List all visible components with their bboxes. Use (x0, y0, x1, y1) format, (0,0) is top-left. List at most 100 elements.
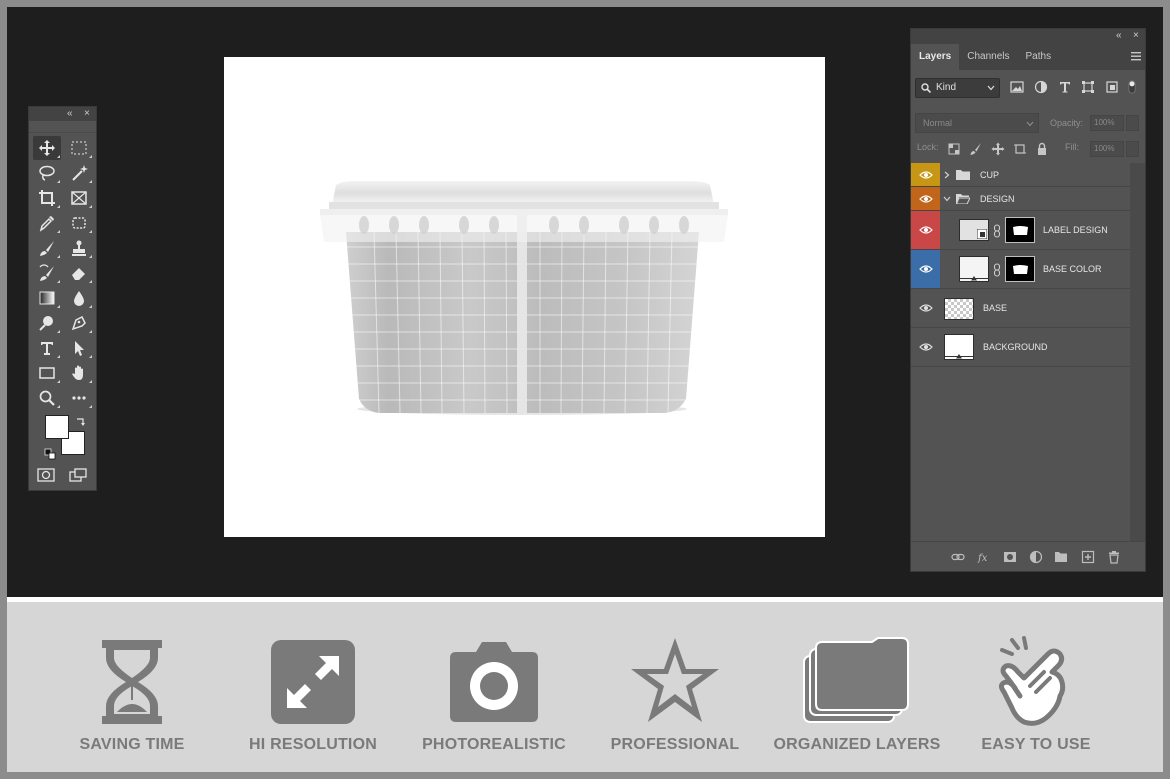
quick-mask-icon[interactable] (37, 467, 55, 483)
layer-thumbnail (944, 334, 974, 360)
new-layer-icon[interactable] (1081, 550, 1095, 564)
lock-artboard-icon[interactable] (1013, 142, 1027, 156)
chevron-down-icon[interactable] (943, 196, 951, 202)
link-icon[interactable] (993, 224, 1001, 238)
layer-row-base-color[interactable]: BASE COLOR (911, 250, 1131, 289)
smart-object-icon (977, 229, 987, 239)
link-icon[interactable] (993, 263, 1001, 277)
eraser-tool-icon[interactable] (65, 261, 93, 285)
visibility-eye-icon[interactable] (911, 163, 940, 186)
lock-pixels-icon[interactable] (969, 142, 983, 156)
search-icon (921, 83, 931, 93)
visibility-eye-icon[interactable] (911, 211, 940, 249)
feature-label: EASY TO USE (981, 736, 1091, 753)
frame-tool-icon[interactable] (65, 186, 93, 210)
layer-row-background[interactable]: BACKGROUND (911, 328, 1131, 367)
blur-tool-icon[interactable] (65, 286, 93, 310)
pixel-filter-icon[interactable] (1010, 80, 1024, 94)
chevron-down-icon (1026, 121, 1034, 127)
swap-colors-icon[interactable] (75, 415, 87, 427)
tab-paths[interactable]: Paths (1018, 44, 1060, 70)
panel-grip[interactable] (29, 121, 96, 133)
add-mask-icon[interactable] (1003, 550, 1017, 564)
delete-layer-icon[interactable] (1107, 550, 1121, 564)
gradient-tool-icon[interactable] (33, 286, 61, 310)
blend-mode-select[interactable]: Normal (915, 113, 1039, 133)
visibility-eye-icon[interactable] (911, 328, 940, 366)
layer-row-design[interactable]: DESIGN (911, 187, 1131, 211)
brush-tool-icon[interactable] (33, 236, 61, 260)
layers-panel-titlebar[interactable]: « × (911, 29, 1145, 44)
filter-toggle-icon[interactable] (1127, 80, 1137, 94)
move-tool-icon[interactable] (33, 136, 61, 160)
panel-menu-icon[interactable] (1131, 50, 1141, 62)
visibility-eye-icon[interactable] (911, 250, 940, 288)
tab-layers[interactable]: Layers (911, 44, 960, 70)
layer-mask-thumbnail[interactable] (1005, 256, 1035, 282)
layer-thumbnail (944, 298, 974, 320)
close-icon[interactable]: × (84, 108, 90, 120)
foreground-color-swatch[interactable] (45, 415, 69, 439)
layer-row-label-design[interactable]: LABEL DESIGN (911, 211, 1131, 250)
link-layers-icon[interactable] (951, 550, 965, 564)
marquee-tool-icon[interactable] (65, 136, 93, 160)
default-colors-icon[interactable] (44, 447, 56, 460)
fill-input[interactable]: 100% (1090, 141, 1124, 157)
stamp-tool-icon[interactable] (65, 236, 93, 260)
fill-indicator-icon (960, 276, 988, 281)
crop-tool-icon[interactable] (33, 186, 61, 210)
tab-channels[interactable]: Channels (959, 44, 1017, 70)
shape-filter-icon[interactable] (1081, 80, 1095, 94)
pen-tool-icon[interactable] (65, 311, 93, 335)
type-filter-icon[interactable] (1058, 80, 1072, 94)
type-tool-icon[interactable] (33, 336, 61, 360)
lock-position-icon[interactable] (991, 142, 1005, 156)
new-group-icon[interactable] (1054, 550, 1068, 564)
features-strip: SAVING TIME HI RESOLUTION PHOTOREALISTIC… (7, 602, 1163, 772)
opacity-input[interactable]: 100% (1090, 115, 1124, 131)
adjustment-filter-icon[interactable] (1034, 80, 1048, 94)
fill-dropdown[interactable] (1126, 141, 1139, 157)
tools-panel-titlebar[interactable]: « × (29, 107, 96, 121)
screen-mode-icon[interactable] (69, 467, 87, 483)
folder-open-icon (956, 194, 970, 204)
filter-kind-value: Kind (936, 82, 957, 93)
history-brush-tool-icon[interactable] (33, 261, 61, 285)
layers-scrollbar[interactable] (1130, 163, 1145, 542)
feature-label: SAVING TIME (79, 736, 185, 753)
hourglass-icon (102, 640, 162, 724)
collapse-icon[interactable]: « (67, 108, 73, 120)
opacity-dropdown[interactable] (1126, 115, 1139, 131)
more-tools-icon[interactable] (65, 386, 93, 410)
lock-all-icon[interactable] (1035, 142, 1049, 156)
filter-kind-select[interactable]: Kind (915, 78, 1000, 98)
layers-panel: « × Layers Channels Paths Kind Normal Op… (910, 28, 1146, 572)
layer-name: DESIGN (980, 194, 1015, 204)
zoom-tool-icon[interactable] (33, 386, 61, 410)
document-canvas[interactable] (224, 57, 825, 537)
hand-tool-icon[interactable] (65, 361, 93, 385)
layer-row-cup[interactable]: CUP (911, 163, 1131, 187)
layer-row-base[interactable]: BASE (911, 289, 1131, 328)
chevron-right-icon[interactable] (944, 171, 950, 179)
dodge-tool-icon[interactable] (33, 311, 61, 335)
close-icon[interactable]: × (1133, 30, 1139, 42)
folders-icon (803, 637, 909, 723)
new-adjustment-icon[interactable] (1029, 550, 1043, 564)
visibility-eye-icon[interactable] (911, 289, 940, 327)
layer-mask-thumbnail[interactable] (1005, 217, 1035, 243)
lasso-tool-icon[interactable] (33, 161, 61, 185)
path-selection-tool-icon[interactable] (65, 336, 93, 360)
layer-name: LABEL DESIGN (1043, 225, 1108, 235)
layers-footer: fx (911, 541, 1145, 571)
magic-wand-tool-icon[interactable] (65, 161, 93, 185)
eyedropper-tool-icon[interactable] (33, 211, 61, 235)
layer-thumbnail (959, 219, 989, 241)
lock-transparent-icon[interactable] (947, 142, 961, 156)
visibility-eye-icon[interactable] (911, 187, 940, 210)
patch-tool-icon[interactable] (65, 211, 93, 235)
smart-object-filter-icon[interactable] (1105, 80, 1119, 94)
fx-icon[interactable]: fx (977, 550, 991, 564)
rectangle-tool-icon[interactable] (33, 361, 61, 385)
collapse-icon[interactable]: « (1116, 30, 1122, 42)
